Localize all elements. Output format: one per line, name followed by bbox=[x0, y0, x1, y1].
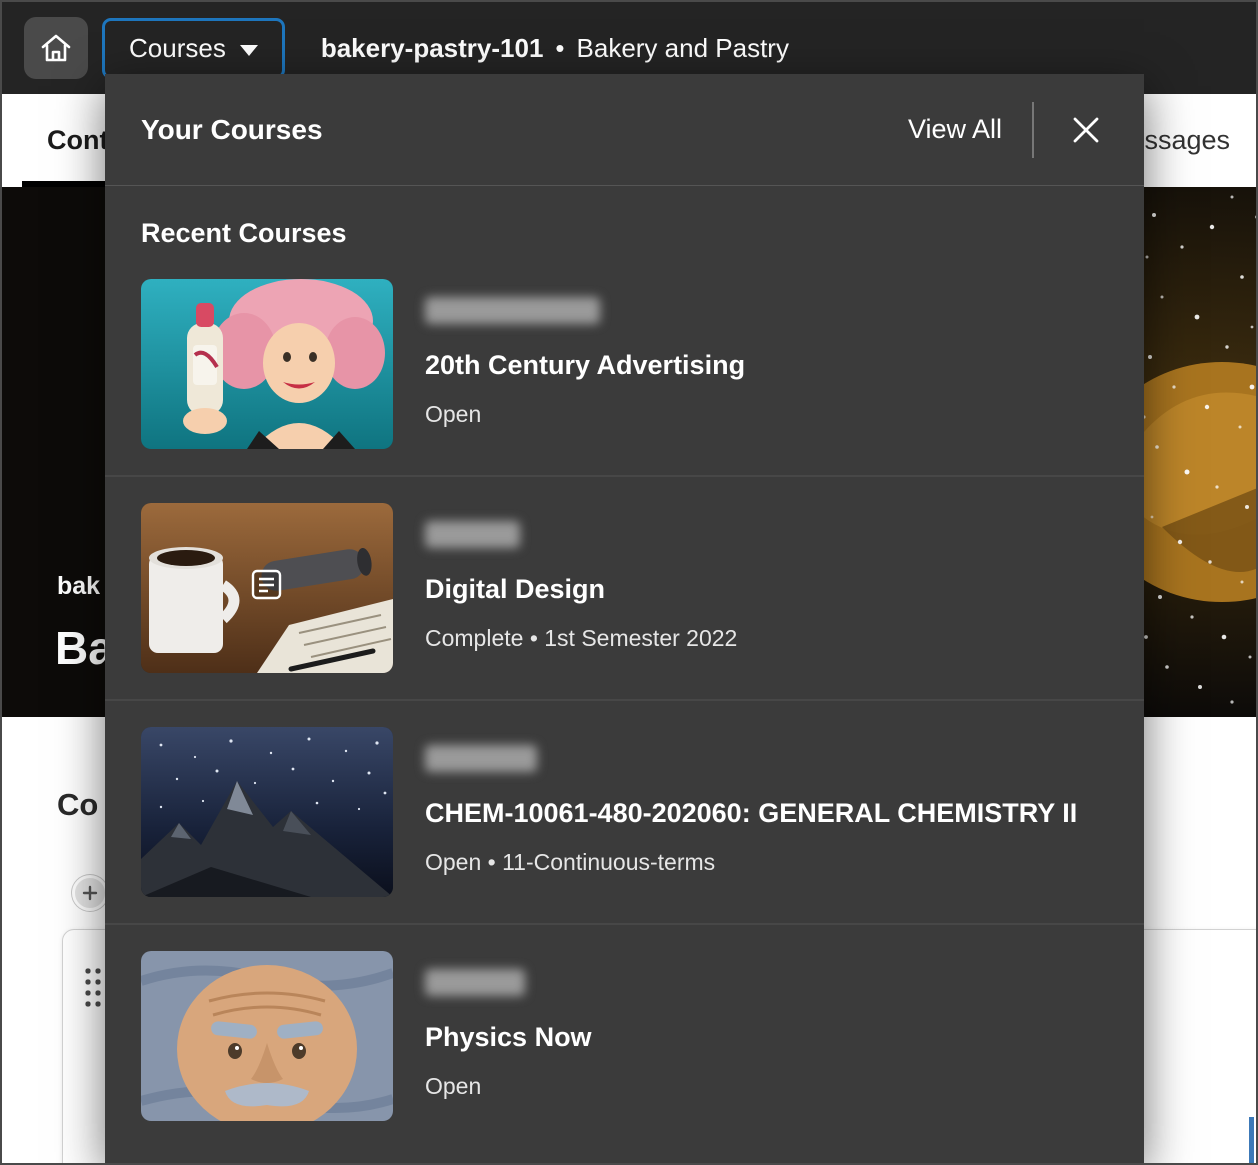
courses-button-label: Courses bbox=[129, 33, 226, 64]
header-separator bbox=[1032, 102, 1034, 158]
panel-title: Your Courses bbox=[141, 114, 908, 146]
course-status: Open bbox=[425, 401, 745, 428]
course-meta: Digital Design Complete • 1st Semester 2… bbox=[425, 503, 737, 673]
breadcrumb-course-name: Bakery and Pastry bbox=[577, 33, 789, 64]
course-title-link[interactable]: 20th Century Advertising bbox=[425, 350, 745, 381]
course-list-item[interactable]: Digital Design Complete • 1st Semester 2… bbox=[105, 477, 1144, 701]
banner-course-id-fragment: bak bbox=[57, 572, 100, 601]
redacted-course-id bbox=[425, 745, 537, 772]
home-button[interactable] bbox=[24, 17, 88, 79]
breadcrumb-separator: • bbox=[555, 33, 564, 64]
course-meta: Physics Now Open bbox=[425, 951, 592, 1121]
course-list: 20th Century Advertising Open bbox=[105, 253, 1144, 1163]
einstein-figurine-thumbnail[interactable] bbox=[141, 951, 393, 1121]
close-icon bbox=[1070, 114, 1102, 146]
courses-dropdown-button[interactable]: Courses bbox=[102, 18, 285, 79]
coffee-desk-thumbnail[interactable] bbox=[141, 503, 393, 673]
home-icon bbox=[39, 32, 73, 64]
course-meta: 20th Century Advertising Open bbox=[425, 279, 745, 449]
course-status: Complete • 1st Semester 2022 bbox=[425, 625, 737, 652]
chevron-down-icon bbox=[240, 45, 258, 56]
drag-handle[interactable] bbox=[85, 968, 103, 1012]
course-meta: CHEM-10061-480-202060: GENERAL CHEMISTRY… bbox=[425, 727, 1077, 897]
screen: Courses bakery-pastry-101 • Bakery and P… bbox=[0, 0, 1258, 1165]
tab-content-label: Cont bbox=[47, 125, 108, 156]
tab-content[interactable]: Cont bbox=[47, 94, 108, 187]
redacted-course-id bbox=[425, 297, 600, 324]
blue-edge-accent bbox=[1249, 1117, 1254, 1163]
course-title-link[interactable]: Digital Design bbox=[425, 574, 737, 605]
course-title-link[interactable]: Physics Now bbox=[425, 1022, 592, 1053]
course-title-link[interactable]: CHEM-10061-480-202060: GENERAL CHEMISTRY… bbox=[425, 798, 1077, 829]
course-status: Open bbox=[425, 1073, 592, 1100]
courses-dropdown-panel: Your Courses View All Recent Courses bbox=[105, 74, 1144, 1163]
course-list-item[interactable]: Physics Now Open bbox=[105, 925, 1144, 1147]
plus-icon bbox=[82, 885, 98, 901]
night-mountain-thumbnail[interactable] bbox=[141, 727, 393, 897]
add-content-button[interactable] bbox=[72, 875, 108, 911]
advertising-pinup-thumbnail[interactable] bbox=[141, 279, 393, 449]
breadcrumb: bakery-pastry-101 • Bakery and Pastry bbox=[321, 33, 789, 64]
tab-messages[interactable]: essages bbox=[1129, 94, 1230, 187]
breadcrumb-course-id: bakery-pastry-101 bbox=[321, 33, 544, 64]
close-button[interactable] bbox=[1064, 108, 1108, 152]
redacted-course-id bbox=[425, 969, 525, 996]
panel-header: Your Courses View All bbox=[105, 74, 1144, 186]
redacted-course-id bbox=[425, 521, 520, 548]
view-all-link[interactable]: View All bbox=[908, 114, 1002, 145]
recent-courses-heading: Recent Courses bbox=[141, 218, 1108, 249]
course-list-item[interactable]: 20th Century Advertising Open bbox=[105, 253, 1144, 477]
content-heading-fragment: Co bbox=[57, 787, 98, 823]
course-list-item[interactable]: CHEM-10061-480-202060: GENERAL CHEMISTRY… bbox=[105, 701, 1144, 925]
course-status: Open • 11-Continuous-terms bbox=[425, 849, 1077, 876]
tab-messages-label: essages bbox=[1129, 125, 1230, 156]
